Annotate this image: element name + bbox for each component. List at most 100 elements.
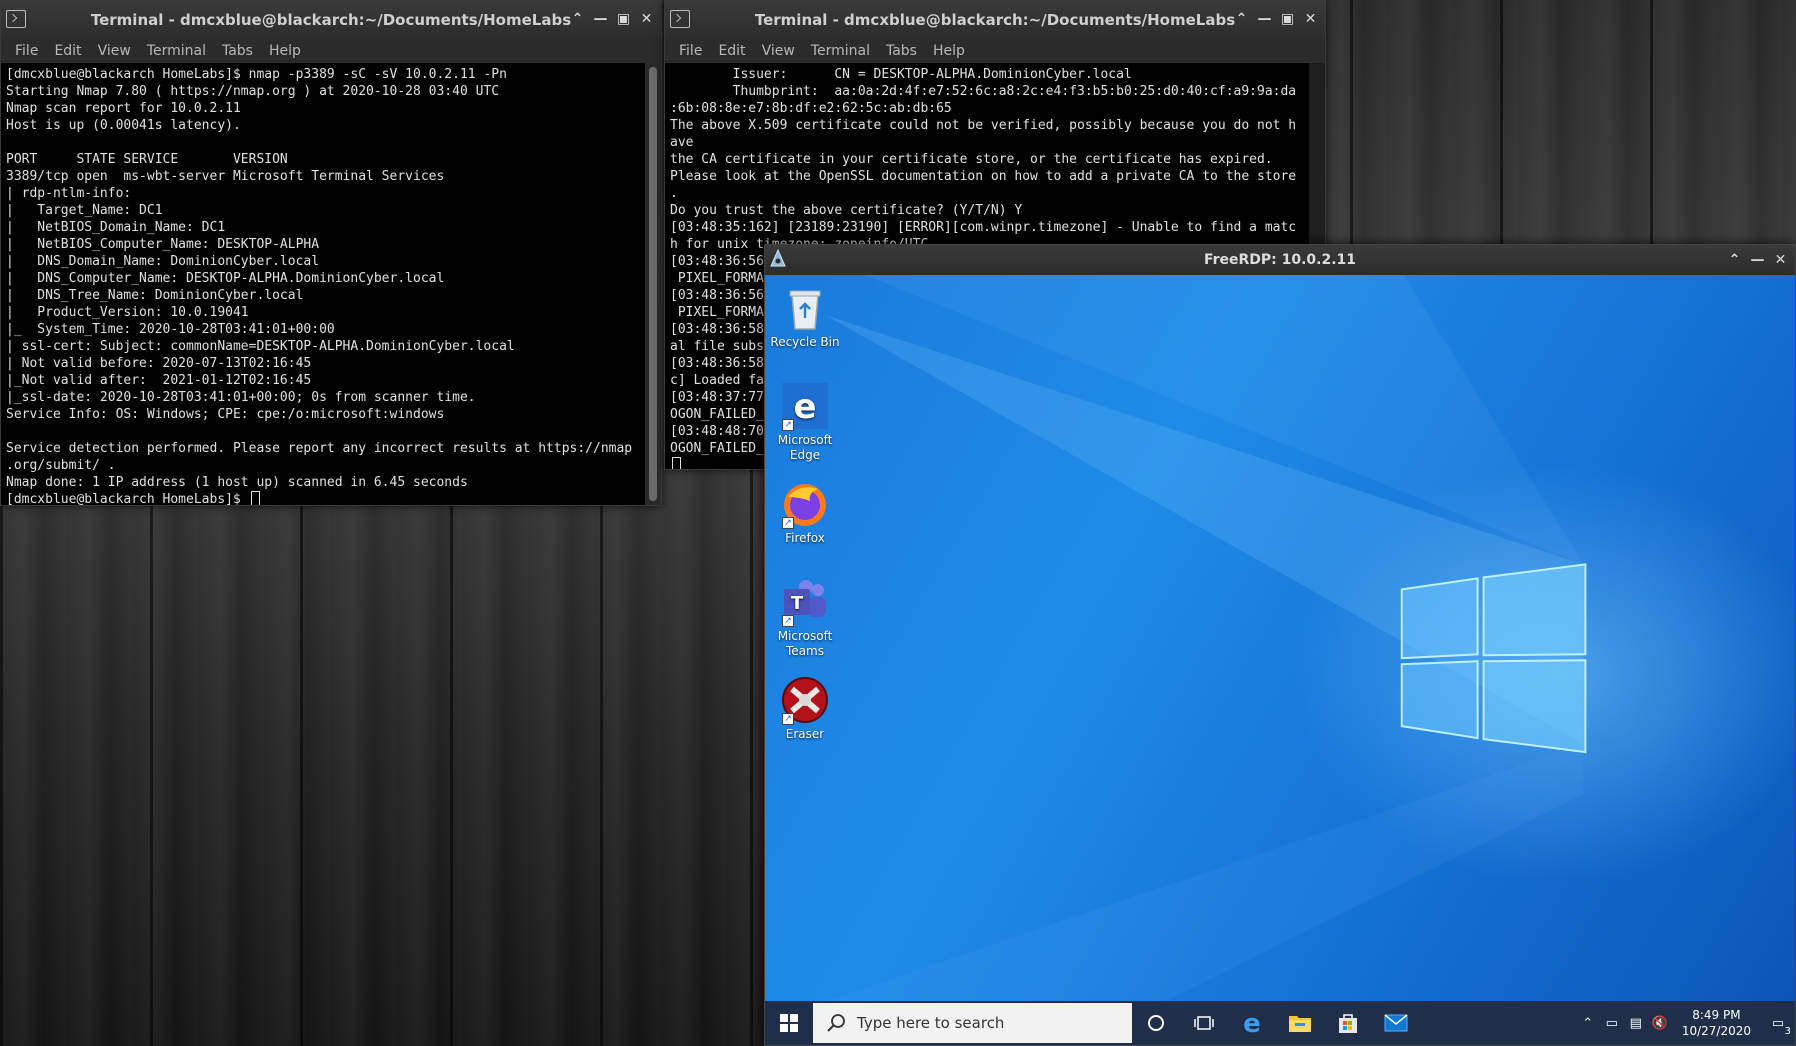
- terminal-line: Thumbprint: aa:0a:2d:4f:e7:52:6c:a8:2c:e…: [670, 84, 1297, 99]
- terminal-cursor: [672, 457, 681, 469]
- terminal-line: Service detection performed. Please repo…: [6, 441, 633, 456]
- volume-muted-icon[interactable]: 🔇: [1648, 1016, 1672, 1031]
- folder-icon: [1289, 1016, 1311, 1032]
- terminal-window-1[interactable]: Terminal - dmcxblue@blackarch:~/Document…: [0, 0, 662, 506]
- battery-icon[interactable]: ▭: [1600, 1016, 1624, 1031]
- firefox-icon: ↗: [780, 479, 830, 529]
- menu-terminal[interactable]: Terminal: [803, 43, 878, 59]
- menu-file[interactable]: File: [7, 43, 46, 59]
- terminal-2-menubar: File Edit View Terminal Tabs Help: [665, 39, 1325, 63]
- desktop-icon-firefox[interactable]: ↗ Firefox: [765, 479, 845, 546]
- task-view-button[interactable]: [1180, 1001, 1228, 1045]
- terminal-1-menubar: File Edit View Terminal Tabs Help: [1, 39, 661, 63]
- terminal-line: .org/submit/ .: [6, 458, 116, 473]
- menu-tabs[interactable]: Tabs: [878, 43, 925, 59]
- maximize-up-icon[interactable]: ⌃: [1233, 9, 1250, 29]
- maximize-up-icon[interactable]: ⌃: [1726, 250, 1743, 270]
- taskbar-mail-button[interactable]: [1372, 1001, 1420, 1045]
- cortana-icon: [1148, 1015, 1164, 1031]
- freerdp-window[interactable]: FreeRDP: 10.0.2.11 ⌃ — ✕ Recycle Bin e ↗…: [764, 244, 1796, 1046]
- taskbar-store-button[interactable]: [1324, 1001, 1372, 1045]
- desktop-icon-teams[interactable]: T ↗ Microsoft Teams: [765, 577, 845, 659]
- desktop-icon-edge[interactable]: e ↗ Microsoft Edge: [765, 381, 845, 463]
- terminal-line: | Not valid before: 2020-07-13T02:16:45: [6, 356, 312, 371]
- maximize-up-icon[interactable]: ⌃: [569, 9, 586, 29]
- terminal-line: :6b:08:8e:e7:8b:df:e2:62:5c:ab:db:65: [670, 101, 952, 116]
- edge-icon: e: [1243, 1010, 1261, 1036]
- mail-icon: [1384, 1014, 1408, 1032]
- terminal-line: |_Not valid after: 2021-01-12T02:16:45: [6, 373, 312, 388]
- network-icon[interactable]: ▤: [1624, 1016, 1648, 1031]
- taskbar-search-input[interactable]: Type here to search: [813, 1003, 1132, 1043]
- terminal-2-title: Terminal - dmcxblue@blackarch:~/Document…: [754, 11, 1236, 29]
- menu-file[interactable]: File: [671, 43, 710, 59]
- minimize-icon[interactable]: —: [592, 9, 609, 29]
- minimize-icon[interactable]: —: [1749, 250, 1766, 270]
- freerdp-title: FreeRDP: 10.0.2.11: [1203, 252, 1357, 268]
- terminal-cursor: [250, 491, 260, 505]
- menu-terminal[interactable]: Terminal: [139, 43, 214, 59]
- terminal-line: PORT STATE SERVICE VERSION: [6, 152, 288, 167]
- windows-desktop[interactable]: Recycle Bin e ↗ Microsoft Edge ↗ Firefox…: [765, 275, 1795, 1001]
- teams-label: Microsoft Teams: [777, 629, 833, 658]
- terminal-1-scroll-thumb[interactable]: [649, 67, 657, 501]
- menu-help[interactable]: Help: [925, 43, 973, 59]
- edge-icon: e ↗: [780, 381, 830, 431]
- menu-help[interactable]: Help: [261, 43, 309, 59]
- menu-edit[interactable]: Edit: [46, 43, 89, 59]
- close-icon[interactable]: ✕: [1772, 250, 1789, 270]
- notification-center-button[interactable]: ▭ 3: [1761, 1016, 1795, 1037]
- terminal-line: .: [670, 186, 678, 201]
- terminal-line: | NetBIOS_Domain_Name: DC1: [6, 220, 226, 235]
- menu-edit[interactable]: Edit: [710, 43, 753, 59]
- desktop-icon-recycle-bin[interactable]: Recycle Bin: [765, 283, 845, 350]
- menu-tabs[interactable]: Tabs: [214, 43, 261, 59]
- search-placeholder: Type here to search: [857, 1014, 1005, 1032]
- eraser-label: Eraser: [785, 727, 825, 741]
- terminal-line: Issuer: CN = DESKTOP-ALPHA.DominionCyber…: [670, 67, 1132, 82]
- taskbar-explorer-button[interactable]: [1276, 1001, 1324, 1045]
- terminal-line: | rdp-ntlm-info:: [6, 186, 132, 201]
- freerdp-titlebar[interactable]: FreeRDP: 10.0.2.11 ⌃ — ✕: [765, 245, 1795, 275]
- svg-text:T: T: [791, 593, 804, 614]
- edge-label: Microsoft Edge: [777, 433, 833, 462]
- eraser-icon: ↗: [780, 675, 830, 725]
- minimize-icon[interactable]: —: [1256, 9, 1273, 29]
- terminal-line: | NetBIOS_Computer_Name: DESKTOP-ALPHA: [6, 237, 320, 252]
- windows-wallpaper: [824, 275, 1587, 1001]
- chevron-up-icon[interactable]: ⌃: [1576, 1016, 1600, 1031]
- clock-time: 8:49 PM: [1692, 1008, 1741, 1022]
- terminal-line: Nmap scan report for 10.0.2.11: [6, 101, 241, 116]
- menu-view[interactable]: View: [754, 43, 803, 59]
- close-icon[interactable]: ✕: [1302, 9, 1319, 29]
- terminal-line: [03:48:35:162] [23189:23190] [ERROR][com…: [670, 220, 1297, 235]
- cortana-button[interactable]: [1132, 1001, 1180, 1045]
- terminal-line: Starting Nmap 7.80 ( https://nmap.org ) …: [6, 84, 500, 99]
- taskbar-clock[interactable]: 8:49 PM 10/27/2020: [1672, 1007, 1761, 1039]
- terminal-1-titlebar[interactable]: Terminal - dmcxblue@blackarch:~/Document…: [1, 1, 661, 39]
- terminal-line: | DNS_Domain_Name: DominionCyber.local: [6, 254, 320, 269]
- terminal-1-output[interactable]: [dmcxblue@blackarch HomeLabs]$ nmap -p33…: [1, 63, 645, 505]
- terminal-line: | DNS_Computer_Name: DESKTOP-ALPHA.Domin…: [6, 271, 445, 286]
- close-icon[interactable]: ✕: [638, 9, 655, 29]
- start-button[interactable]: [765, 1001, 813, 1045]
- terminal-line: the CA certificate in your certificate s…: [670, 152, 1273, 167]
- maximize-icon[interactable]: ▣: [1279, 9, 1296, 29]
- terminal-2-titlebar[interactable]: Terminal - dmcxblue@blackarch:~/Document…: [665, 1, 1325, 39]
- terminal-icon: [670, 10, 690, 28]
- desktop-icon-eraser[interactable]: ↗ Eraser: [765, 675, 845, 742]
- terminal-prompt: [dmcxblue@blackarch HomeLabs]$: [6, 491, 640, 505]
- terminal-line: | Target_Name: DC1: [6, 203, 163, 218]
- terminal-line: Please look at the OpenSSL documentation…: [670, 169, 1297, 184]
- teams-icon: T ↗: [780, 577, 830, 627]
- menu-view[interactable]: View: [90, 43, 139, 59]
- terminal-1-scrollbar[interactable]: [645, 63, 661, 505]
- store-icon: [1339, 1014, 1357, 1033]
- terminal-line: The above X.509 certificate could not be…: [670, 118, 1297, 133]
- taskbar-edge-button[interactable]: e: [1228, 1001, 1276, 1045]
- system-tray: ⌃ ▭ ▤ 🔇 8:49 PM 10/27/2020 ▭ 3: [1576, 1001, 1795, 1045]
- recycle-bin-label: Recycle Bin: [770, 335, 840, 349]
- maximize-icon[interactable]: ▣: [615, 9, 632, 29]
